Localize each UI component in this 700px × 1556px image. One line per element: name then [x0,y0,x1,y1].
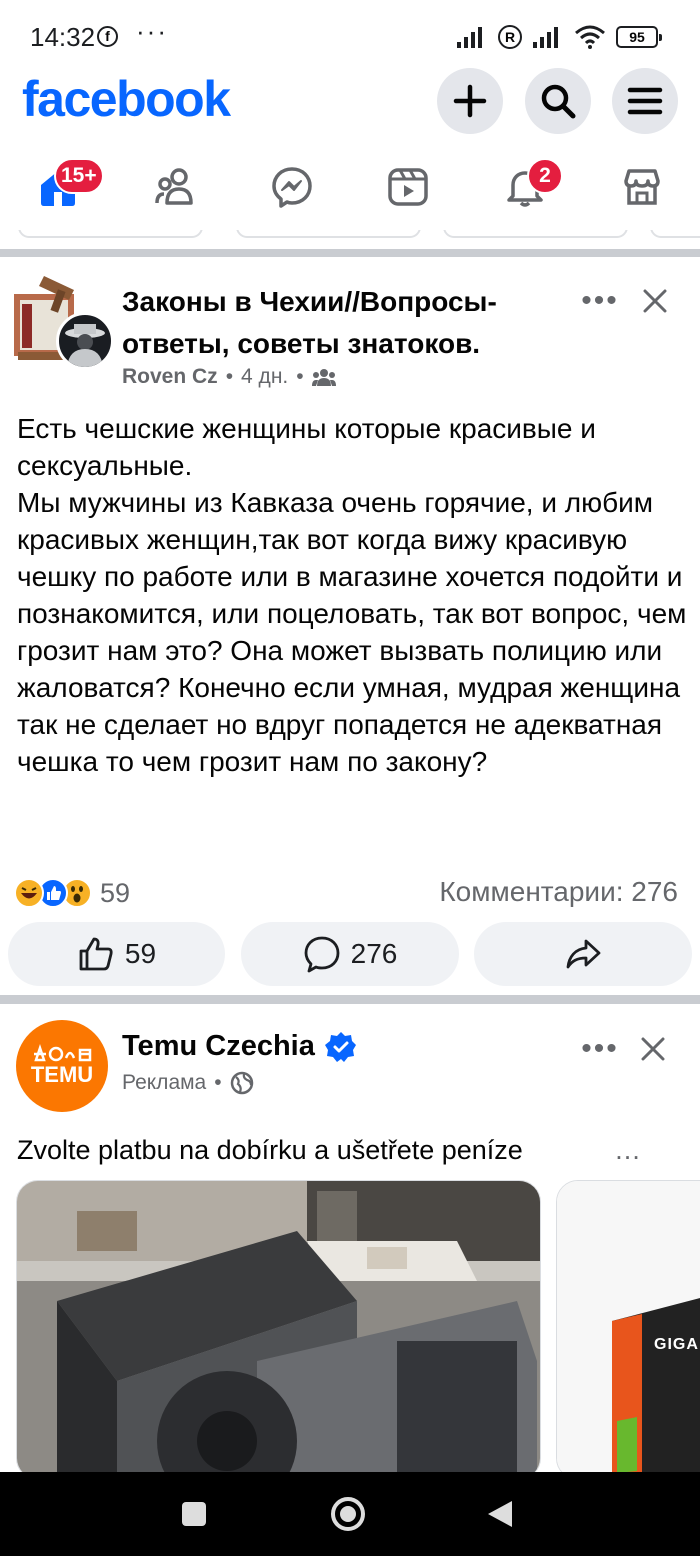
post-author[interactable]: Roven Cz [122,365,218,389]
tab-friends[interactable] [145,162,205,212]
recents-button[interactable] [172,1492,216,1536]
battery-icon: 95 [616,26,662,48]
see-more-ellipsis: … [614,1135,641,1165]
status-time: 14:32 [30,22,96,52]
gigabyte-brand-text: GIGA [654,1336,699,1353]
like-button[interactable]: 59 [8,922,225,986]
ad-carousel-card-1[interactable] [16,1180,541,1480]
tab-video[interactable] [378,162,438,212]
video-icon [388,168,428,206]
temu-logo-icons [34,1044,92,1062]
comment-icon [304,936,340,973]
signal-icon-2 [533,27,558,48]
facebook-notification-icon: f [97,26,118,47]
product-image-gpu-case [17,1181,540,1479]
share-button[interactable] [474,922,692,986]
product-image-gigabyte [557,1181,700,1479]
feed-divider [0,249,700,257]
post-more-button[interactable]: ••• [575,281,625,321]
ad-carousel-card-2[interactable]: GIGA [556,1180,700,1480]
home-badge: 15+ [54,158,104,194]
wifi-icon [575,25,605,49]
tab-messenger[interactable] [262,162,322,212]
temu-avatar-text: TEMU [30,1062,94,1087]
system-nav-bar [0,1472,700,1556]
group-title[interactable]: Законы в Чехии//Вопросы-ответы, советы з… [122,281,542,365]
facebook-logo[interactable]: facebook [22,70,231,128]
author-avatar[interactable] [56,312,114,370]
plus-icon [453,84,487,118]
menu-icon [627,87,663,115]
tab-bar: 15+ 2 [0,150,700,230]
status-bar: 14:32 f ··· R 95 [0,0,700,72]
meta-separator-2: • [296,365,304,388]
home-nav-button[interactable] [326,1492,370,1536]
menu-button[interactable] [612,68,678,134]
back-button[interactable] [478,1492,522,1536]
comments-count-link[interactable]: Комментарии: 276 [439,876,678,908]
verified-badge-icon [324,1031,356,1062]
registered-icon: R [498,25,522,49]
back-icon [488,1501,512,1527]
ad-close-button[interactable] [633,1029,673,1069]
reactions-count: 59 [100,877,131,908]
status-icons: R 95 [456,22,662,52]
friends-icon [155,168,193,205]
ad-meta-separator: • [214,1071,222,1094]
search-icon [541,84,576,119]
ad-text: Zvolte platbu na dobírku a ušetřete pení… [17,1135,523,1165]
signal-icon [457,27,482,48]
temu-avatar[interactable]: TEMU [16,1020,108,1112]
group-avatar[interactable] [14,270,114,370]
reactions-summary[interactable]: 59 [14,875,130,911]
haha-reaction-icon [14,878,44,908]
like-icon [79,937,113,971]
globe-icon [230,1071,253,1095]
post-meta: Roven Cz • 4 дн. • [122,365,336,389]
stories-strip[interactable] [0,230,700,242]
close-icon [641,1037,665,1061]
ad-name-row: Temu Czechia [122,1030,357,1063]
tab-marketplace[interactable] [612,162,672,212]
close-icon [643,289,667,313]
notifications-badge: 2 [527,158,563,194]
author-avatar-image [65,324,105,367]
recents-icon [182,1502,206,1526]
meta-separator: • [225,365,234,388]
share-icon [566,939,601,969]
like-count: 59 [124,938,157,969]
advertiser-name[interactable]: Temu Czechia [122,1030,315,1063]
create-button[interactable] [437,68,503,134]
ad-more-button[interactable]: ••• [575,1029,625,1069]
group-privacy-icon [311,369,336,386]
ad-meta: Реклама • [122,1071,254,1095]
comment-button[interactable]: 276 [241,922,459,986]
post-time[interactable]: 4 дн. [241,365,288,389]
search-button[interactable] [525,68,591,134]
post-close-button[interactable] [635,281,675,321]
more-notifications-icon: ··· [136,16,168,46]
sponsored-label[interactable]: Реклама [122,1071,206,1095]
home-nav-icon [331,1497,365,1531]
marketplace-icon [624,169,660,205]
feed-divider-2 [0,995,700,1004]
comment-count: 276 [350,938,398,969]
messenger-icon [272,167,312,208]
post-text: Есть чешские женщины которые красивые и … [17,413,687,777]
